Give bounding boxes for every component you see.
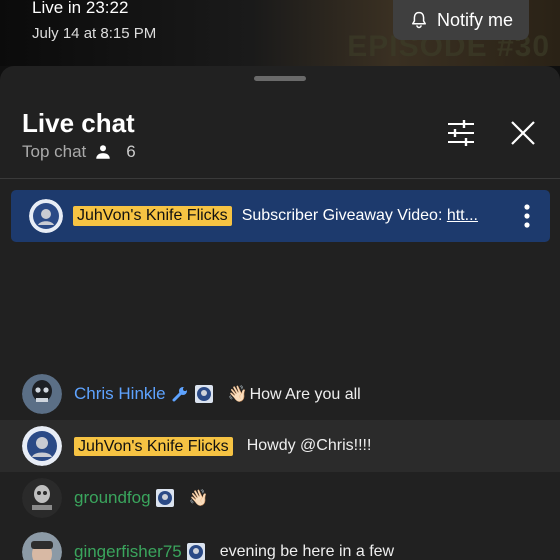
chat-mode-label: Top chat	[22, 142, 87, 161]
notify-me-button[interactable]: Notify me	[393, 0, 529, 40]
chat-message[interactable]: JuhVon's Knife Flicks Howdy @Chris!!!!	[0, 420, 560, 472]
pinned-message-banner[interactable]: JuhVon's Knife Flicks Subscriber Giveawa…	[11, 190, 550, 242]
notify-me-label: Notify me	[436, 9, 514, 30]
drag-handle[interactable]	[254, 76, 306, 81]
message-text: 👋🏻 How Are you all	[228, 384, 361, 404]
chat-title: Live chat	[22, 108, 135, 138]
chat-message[interactable]: Chris Hinkle 👋🏻 How Are you all	[0, 368, 560, 420]
viewer-count: 6	[126, 142, 136, 161]
header-divider	[0, 178, 560, 179]
pinned-message-link[interactable]: htt...	[447, 207, 478, 224]
message-author[interactable]: gingerfisher75	[74, 542, 182, 560]
wave-emoji: 👋🏻	[188, 490, 209, 507]
avatar	[29, 199, 63, 233]
bell-icon	[411, 11, 426, 29]
scheduled-date: July 14 at 8:15 PM	[32, 25, 157, 42]
avatar[interactable]	[22, 374, 62, 414]
chat-mode-selector[interactable]: Top chat 6	[22, 142, 136, 162]
avatar[interactable]	[22, 532, 62, 560]
more-vert-icon[interactable]	[524, 204, 530, 228]
wrench-icon	[172, 387, 187, 402]
chat-message[interactable]: groundfog 👋🏻	[0, 472, 560, 524]
tune-icon[interactable]	[444, 118, 478, 148]
owner-author-badge[interactable]: JuhVon's Knife Flicks	[74, 437, 233, 456]
chat-message[interactable]: gingerfisher75 evening be here in a few	[0, 526, 560, 560]
close-icon[interactable]	[508, 118, 538, 148]
message-author[interactable]: Chris Hinkle	[74, 384, 166, 404]
live-chat-panel: Live chat Top chat 6 JuhVon's Knife Flic…	[0, 66, 560, 560]
pinned-author-badge[interactable]: JuhVon's Knife Flicks	[73, 206, 232, 226]
avatar[interactable]	[22, 426, 62, 466]
avatar[interactable]	[22, 478, 62, 518]
pinned-message-text: Subscriber Giveaway Video: htt...	[242, 207, 478, 225]
person-icon	[96, 145, 111, 159]
video-thumbnail-strip: EPISODE #30 Live in 23:22 July 14 at 8:1…	[0, 0, 560, 66]
member-badge-icon	[194, 385, 213, 403]
message-text: 👋🏻	[189, 488, 211, 508]
pinned-message-body: Subscriber Giveaway Video:	[241, 207, 447, 224]
live-countdown: Live in 23:22	[32, 0, 129, 17]
member-badge-icon	[186, 543, 205, 560]
wave-emoji: 👋🏻	[227, 386, 248, 403]
member-badge-icon	[155, 489, 174, 507]
message-body: How Are you all	[249, 386, 361, 403]
message-text: evening be here in a few	[219, 543, 395, 560]
message-author[interactable]: groundfog	[74, 488, 151, 508]
message-text: Howdy @Chris!!!!	[246, 437, 372, 454]
message-author[interactable]: JuhVon's Knife Flicks	[74, 436, 233, 456]
